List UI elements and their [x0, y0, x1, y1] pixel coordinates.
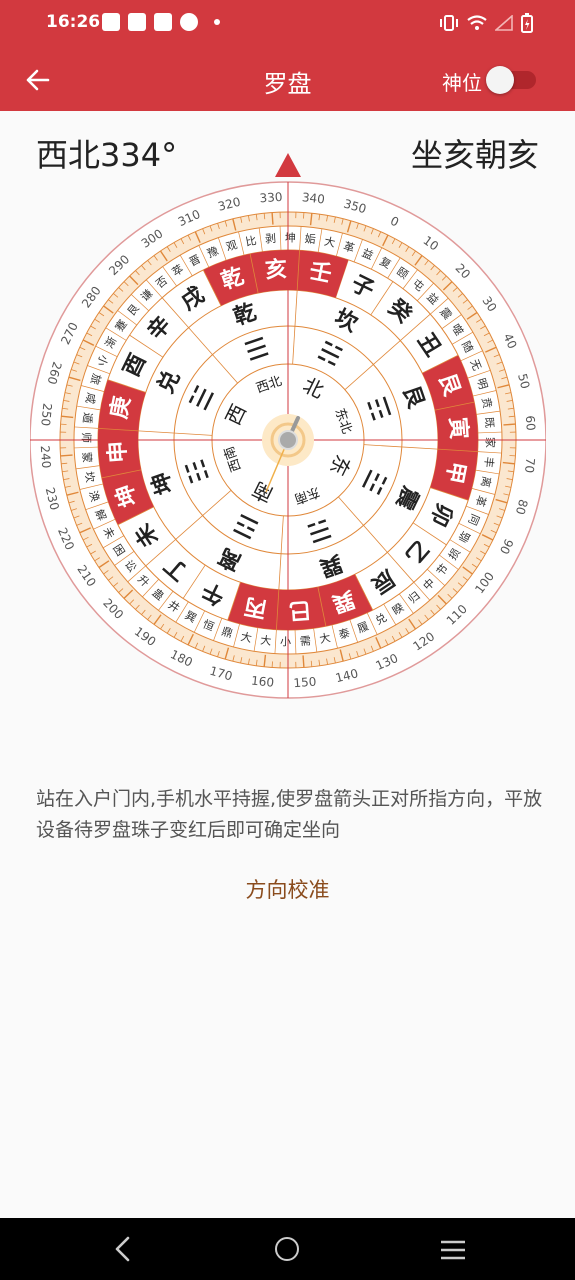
battery-icon [521, 13, 533, 33]
status-notifications [102, 13, 220, 31]
hexagram-label: 姤 [304, 232, 316, 246]
calibrate-button[interactable]: 方向校准 [0, 874, 575, 904]
degree-label: 340 [301, 190, 325, 206]
hexagram-label: 小 [280, 635, 291, 648]
instruction-text: 站在入户门内,手机水平持握,使罗盘箭头正对所指方向，平放设备待罗盘珠子变红后即可… [36, 788, 543, 841]
degree-label: 160 [250, 674, 274, 690]
degree-label: 150 [293, 675, 317, 691]
app-bar: 罗盘 神位 [0, 48, 575, 111]
hexagram-label: 坤 [285, 230, 296, 244]
hexagram-label: 贲 [479, 396, 494, 409]
nav-back-icon[interactable] [110, 1235, 136, 1263]
shenwei-toggle-label: 神位 [442, 71, 482, 95]
mail-icon [102, 13, 120, 31]
hexagram-label: 剥 [265, 232, 277, 246]
compass-bead [278, 430, 298, 450]
toggle-thumb [486, 66, 514, 94]
wifi-icon [467, 15, 487, 30]
degree-label: 70 [522, 457, 538, 474]
shenwei-toggle[interactable] [486, 66, 536, 94]
luopan-compass: 0102030405060708090100110120130140150160… [30, 153, 546, 699]
mail-icon [154, 13, 172, 31]
mountain-label: 丙 [242, 593, 268, 622]
mountain-label: 甲 [441, 459, 470, 485]
nav-home-icon[interactable] [275, 1237, 299, 1261]
vibrate-icon [440, 15, 458, 31]
hexagram-label: 比 [244, 234, 257, 249]
mountain-label: 申 [105, 440, 131, 464]
hexagram-label: 既 [482, 417, 496, 429]
mail-icon [128, 13, 146, 31]
status-system-icons [439, 13, 533, 33]
system-nav-bar [0, 1218, 575, 1280]
signal-icon [495, 15, 513, 31]
hexagram-label: 家 [483, 437, 497, 448]
hexagram-label: 丰 [482, 456, 496, 468]
nav-recents-icon[interactable] [440, 1239, 466, 1261]
hexagram-label: 大 [260, 633, 272, 648]
more-notifications-icon [214, 19, 220, 25]
degree-label: 250 [38, 402, 54, 426]
status-bar: 16:26 [0, 0, 575, 48]
degree-label: 240 [38, 445, 54, 469]
hexagram-label: 蒙 [80, 451, 94, 463]
heading-pointer-icon [275, 153, 301, 177]
degree-label: 60 [523, 415, 538, 431]
mountain-label: 巳 [288, 596, 312, 622]
mountain-label: 壬 [307, 259, 333, 288]
hexagram-label: 需 [299, 634, 311, 648]
status-time: 16:26 [46, 12, 101, 32]
hexagram-label: 坎 [82, 470, 97, 483]
degree-label: 330 [259, 190, 283, 206]
mountain-label: 亥 [264, 256, 288, 283]
mountain-label: 寅 [444, 416, 471, 440]
speed-icon [180, 13, 198, 31]
hexagram-label: 遁 [80, 412, 95, 424]
hexagram-label: 师 [79, 432, 92, 443]
